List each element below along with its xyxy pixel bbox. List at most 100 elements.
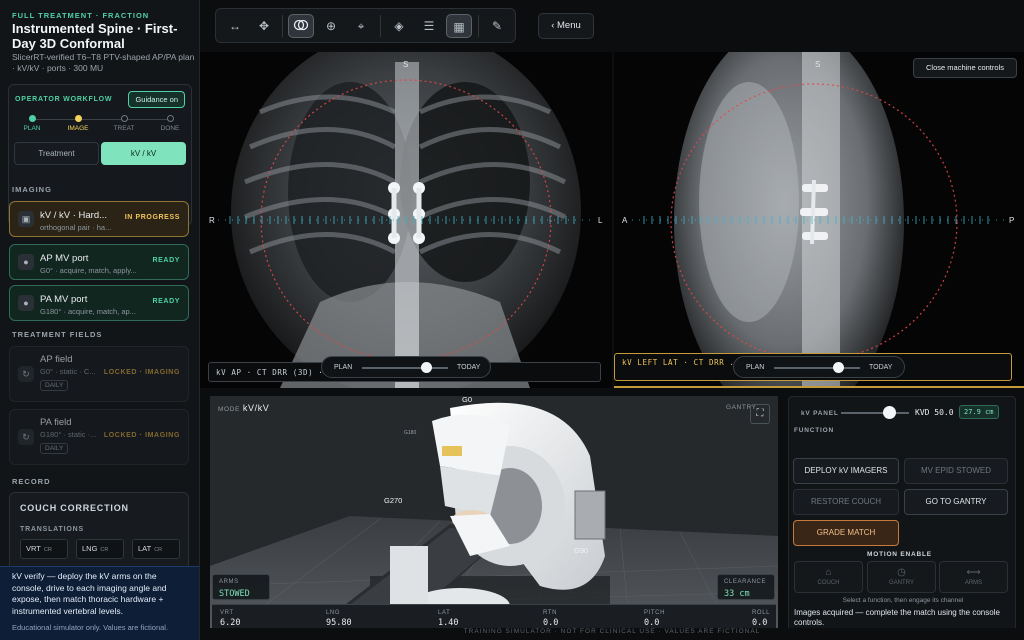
mv-epid-stowed-button[interactable]: MV EPID STOWED: [904, 458, 1008, 484]
kv-panel-slider-knob[interactable]: [883, 406, 897, 419]
grade-match-button[interactable]: GRADE MATCH: [793, 520, 899, 546]
step-label: PLAN: [23, 125, 41, 132]
verify-instructions: kV verify — deploy the kV arms on the co…: [0, 566, 199, 640]
card-title: AP MV port: [40, 253, 89, 264]
lateral-viewport[interactable]: S A P kV LEFT LAT · CT DRR ... umented v…: [614, 52, 1024, 388]
tab-kv-kv[interactable]: kV / kV: [101, 142, 186, 165]
mode-tabs: Treatment kV / kV: [14, 142, 186, 165]
deploy-kv-imagers-button[interactable]: DEPLOY kV IMAGERS: [793, 458, 899, 484]
g180-label: G180: [404, 430, 417, 436]
axis-unit: CR: [154, 547, 163, 553]
readout-value: 1.40: [438, 618, 459, 628]
kvd-badge: 27.9 cm: [959, 405, 999, 419]
readout-label: ROLL: [752, 610, 771, 616]
grid-icon[interactable]: ▦: [446, 14, 472, 38]
overlay-icon[interactable]: [288, 14, 314, 38]
slider-right-label: TODAY: [869, 364, 893, 371]
toolbar-divider: [380, 15, 381, 37]
motion-label: COUCH: [817, 580, 840, 586]
card-title: AP field: [40, 354, 73, 365]
step-treat[interactable]: TREAT: [109, 115, 139, 132]
card-subtitle: orthogonal pair · ha...: [40, 223, 112, 232]
go-to-gantry-button[interactable]: GO TO GANTRY: [904, 489, 1008, 515]
arms-icon: ⟷: [966, 567, 981, 578]
treatment-room-3d-view[interactable]: MODE kV/kV GANTRY ⛶ G0 G270 G90 G180 ARMS…: [210, 396, 778, 631]
imaging-card-pa-mv[interactable]: ● PA MV port G180° · acquire, match, ap.…: [9, 285, 189, 321]
slider-track: [774, 367, 860, 369]
step-done[interactable]: DONE: [155, 115, 185, 132]
g90-label: G90: [574, 546, 589, 555]
record-section-label: RECORD: [12, 477, 51, 486]
step-plan[interactable]: PLAN: [17, 115, 47, 132]
step-label: IMAGE: [67, 125, 89, 132]
sliders-icon[interactable]: ☰: [416, 14, 442, 38]
menu-button[interactable]: ‹ Menu: [538, 13, 594, 39]
verify-text: kV verify — deploy the kV arms on the co…: [12, 571, 167, 616]
step-dot: [120, 115, 128, 122]
verify-fine-print: Educational simulator only. Values are f…: [12, 623, 169, 632]
step-image[interactable]: IMAGE: [63, 115, 93, 132]
couch-icon: ⌂: [825, 567, 832, 578]
move-icon[interactable]: ✥: [251, 14, 277, 38]
pencil-icon[interactable]: ✎: [484, 14, 510, 38]
close-machine-controls-button[interactable]: Close machine controls: [913, 58, 1017, 78]
restore-couch-button[interactable]: RESTORE COUCH: [793, 489, 899, 515]
vrt-field[interactable]: VRT CR: [20, 539, 68, 559]
crosshair-icon[interactable]: ⌖: [348, 14, 374, 38]
expand-icon[interactable]: ⛶: [750, 404, 770, 424]
slider-knob[interactable]: [421, 362, 432, 373]
motion-label: ARMS: [964, 580, 983, 586]
arms-motion-button[interactable]: ⟷ ARMS: [939, 561, 1008, 593]
gantry-motion-button[interactable]: ◷ GANTRY: [867, 561, 936, 593]
kvd-value: KVD 50.0: [915, 408, 954, 417]
axis-label: VRT: [26, 544, 41, 553]
arms-readout: ARMS STOWED: [212, 574, 270, 600]
function-label: FUNCTION: [794, 427, 834, 434]
status-badge: IN PROGRESS: [124, 214, 180, 221]
lat-drr-image: [614, 52, 1024, 386]
lat-plan-today-slider[interactable]: PLAN TODAY: [733, 356, 905, 378]
imaging-section-label: IMAGING: [12, 185, 52, 194]
readout-value: 0.0: [543, 618, 559, 628]
status-badge: LOCKED · IMAGING: [103, 432, 180, 439]
translations-label: TRANSLATIONS: [20, 526, 84, 533]
imaging-card-kv-kv[interactable]: ▣ kV / kV · Hard... orthogonal pair · ha…: [9, 201, 189, 237]
daily-pill: DAILY: [40, 380, 69, 391]
arms-value: STOWED: [219, 589, 250, 599]
lng-field[interactable]: LNG CR: [76, 539, 124, 559]
ap-orient-top: S: [403, 60, 409, 69]
slider-right-label: TODAY: [457, 364, 481, 371]
lat-orient-right: P: [1009, 216, 1015, 225]
zoom-icon[interactable]: ⊕: [318, 14, 344, 38]
card-subtitle: G180° · acquire, match, ap...: [40, 307, 136, 316]
readout-value: 0.0: [752, 618, 768, 628]
step-dot: [74, 115, 82, 122]
plan-title: Instrumented Spine · First-Day 3D Confor…: [12, 21, 178, 51]
g270-label: G270: [384, 496, 403, 505]
axis-unit: CR: [100, 547, 109, 553]
flip-icon[interactable]: ◈: [386, 14, 412, 38]
card-title: PA field: [40, 417, 72, 428]
readout-value: 0.0: [644, 618, 660, 628]
slider-knob[interactable]: [833, 362, 844, 373]
plan-subtitle: SlicerRT-verified T6–T8 PTV-shaped AP/PA…: [12, 52, 195, 73]
function-hint: Select a function, then engage its chann…: [842, 597, 964, 604]
couch-motion-button[interactable]: ⌂ COUCH: [794, 561, 863, 593]
imaging-card-ap-mv[interactable]: ● AP MV port G0° · acquire, match, apply…: [9, 244, 189, 280]
slider-left-label: PLAN: [746, 364, 765, 371]
motion-enable-label: MOTION ENABLE: [867, 551, 932, 558]
guidance-toggle-button[interactable]: Guidance on: [128, 91, 185, 108]
arrows-horizontal-icon[interactable]: ↔: [222, 14, 248, 38]
readout-value: 6.20: [220, 618, 241, 628]
ap-plan-today-slider[interactable]: PLAN TODAY: [321, 356, 491, 378]
lat-field[interactable]: LAT CR: [132, 539, 180, 559]
field-card-pa[interactable]: ↻ PA field G180° · static ·... DAILY LOC…: [9, 409, 189, 465]
tab-treatment[interactable]: Treatment: [14, 142, 99, 165]
ap-drr-image: [200, 52, 612, 388]
field-card-ap[interactable]: ↻ AP field G0° · static · C... DAILY LOC…: [9, 346, 189, 402]
kv-panel-track: [841, 412, 909, 414]
plan-eyebrow: FULL TREATMENT · FRACTION: [12, 11, 150, 20]
toolbar-divider: [282, 15, 283, 37]
ap-viewport[interactable]: S R L kV AP · CT DRR (3D) · ... ed verte…: [200, 52, 612, 388]
slider-left-label: PLAN: [334, 364, 353, 371]
